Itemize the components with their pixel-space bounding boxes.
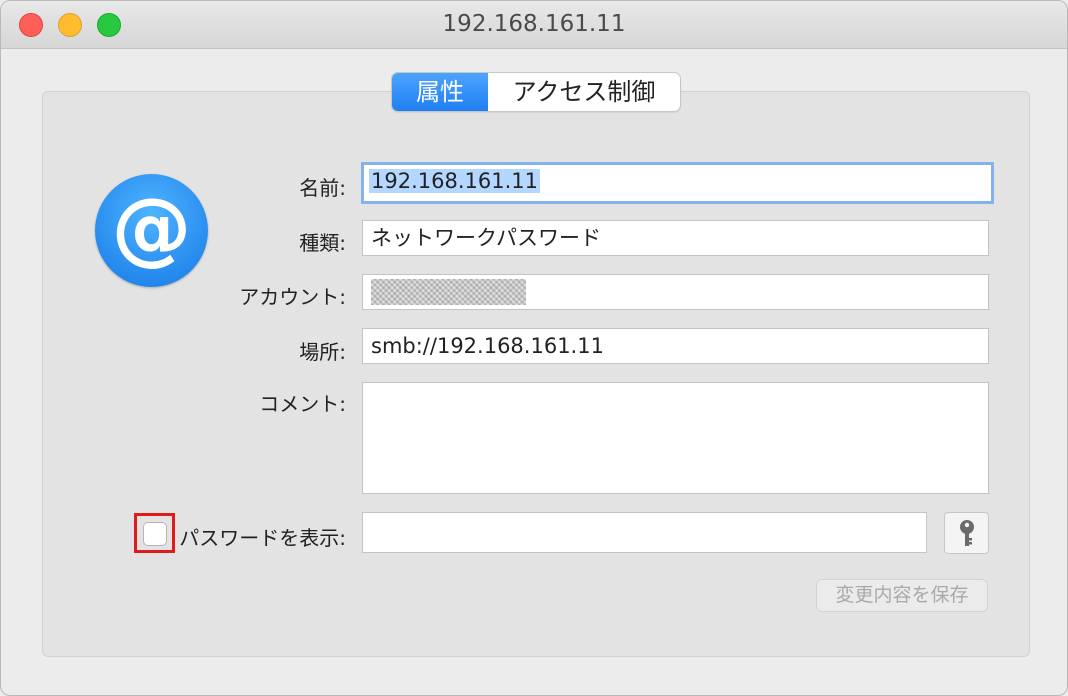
where-field[interactable]: smb://192.168.161.11	[362, 328, 989, 364]
comments-field[interactable]	[362, 382, 989, 494]
show-password-label: パスワードを表示:	[179, 526, 346, 550]
name-field[interactable]: 192.168.161.11	[361, 162, 994, 204]
save-changes-button[interactable]: 変更内容を保存	[816, 579, 988, 612]
tab-attributes[interactable]: 属性	[392, 73, 488, 111]
kind-field[interactable]: ネットワークパスワード	[362, 220, 989, 256]
name-label: 名前:	[299, 176, 346, 200]
titlebar: 192.168.161.11	[1, 1, 1067, 49]
account-field[interactable]	[362, 274, 989, 310]
where-label: 場所:	[299, 340, 346, 364]
kind-label: 種類:	[299, 231, 346, 255]
tab-access-control[interactable]: アクセス制御	[488, 73, 680, 111]
password-field[interactable]	[362, 512, 927, 553]
name-field-value: 192.168.161.11	[369, 169, 540, 193]
redacted-account-value	[371, 279, 526, 305]
key-icon	[960, 520, 974, 546]
tab-bar: 属性 アクセス制御	[391, 72, 681, 112]
password-assistant-button[interactable]	[944, 512, 989, 554]
keychain-item-window: 192.168.161.11 属性 アクセス制御 @ 名前: 192.168.1…	[0, 0, 1068, 696]
comments-label: コメント:	[259, 392, 346, 416]
window-title: 192.168.161.11	[442, 11, 626, 37]
account-label: アカウント:	[239, 285, 346, 309]
